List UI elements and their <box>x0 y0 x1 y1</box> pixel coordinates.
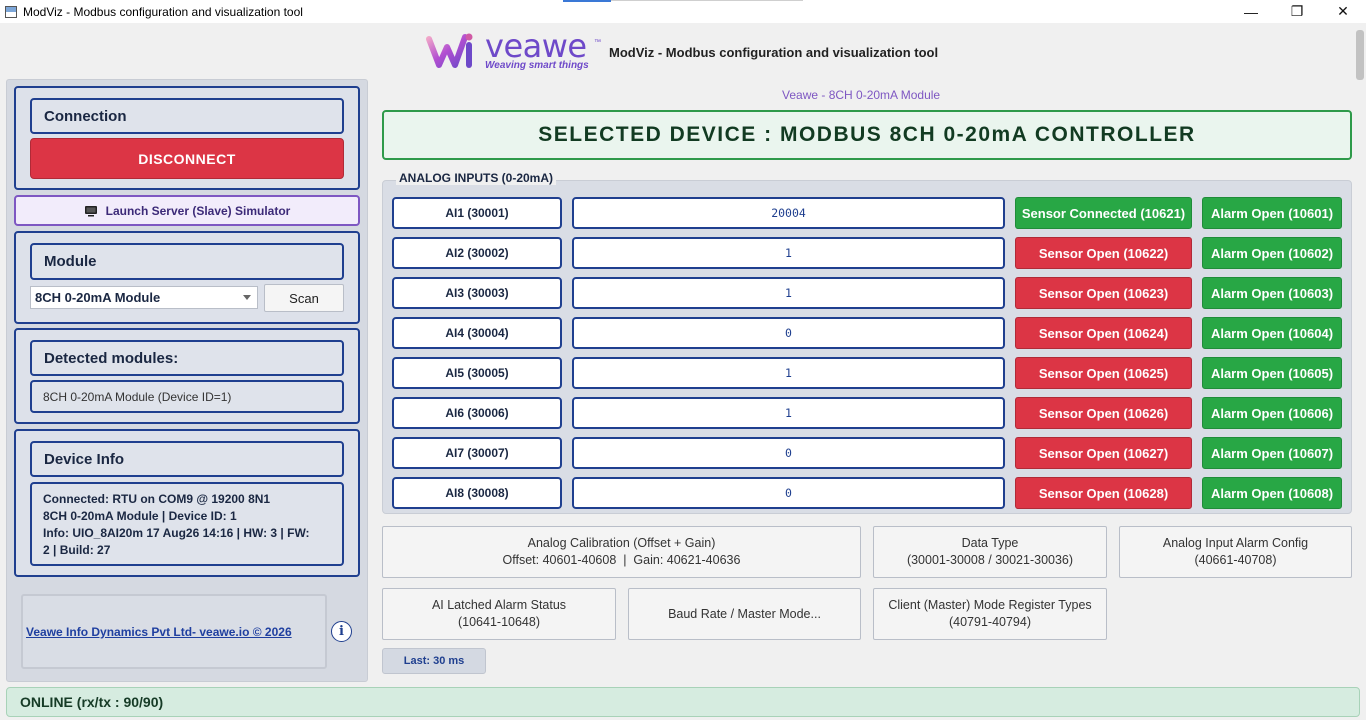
sensor-status-badge: Sensor Connected (10621) <box>1015 197 1192 229</box>
ai-value-field[interactable]: 0 <box>572 477 1005 509</box>
ai-value-field[interactable]: 20004 <box>572 197 1005 229</box>
minimize-icon[interactable]: — <box>1228 0 1274 23</box>
titlebar-tab-indicator <box>563 0 611 2</box>
data-type-button[interactable]: Data Type (30001-30008 / 30021-30036) <box>873 526 1107 578</box>
status-text: ONLINE (rx/tx : 90/90) <box>20 694 164 710</box>
ai-value-field[interactable]: 1 <box>572 397 1005 429</box>
alarm-status-badge: Alarm Open (10605) <box>1202 357 1342 389</box>
latched-alarm-title: AI Latched Alarm Status <box>431 598 567 612</box>
connection-label: Connection <box>30 98 344 134</box>
ai-label: AI8 (30008) <box>392 477 562 509</box>
module-label: Module <box>30 243 344 280</box>
alarm-status-badge: Alarm Open (10606) <box>1202 397 1342 429</box>
monitor-icon <box>84 205 97 216</box>
sensor-status-badge: Sensor Open (10622) <box>1015 237 1192 269</box>
scan-button[interactable]: Scan <box>264 284 344 312</box>
ai-value-field[interactable]: 0 <box>572 437 1005 469</box>
sensor-status-badge: Sensor Open (10628) <box>1015 477 1192 509</box>
sensor-status-badge: Sensor Open (10626) <box>1015 397 1192 429</box>
ai-label: AI4 (30004) <box>392 317 562 349</box>
analog-calibration-registers: Offset: 40601-40608 | Gain: 40621-40636 <box>502 553 741 567</box>
last-response-badge: Last: 30 ms <box>382 648 486 674</box>
alarm-config-button[interactable]: Analog Input Alarm Config (40661-40708) <box>1119 526 1352 578</box>
ai-value-field[interactable]: 0 <box>572 317 1005 349</box>
alarm-status-badge: Alarm Open (10607) <box>1202 437 1342 469</box>
window-controls: — ❐ ✕ <box>1228 0 1366 23</box>
device-info-firmware: Info: UIO_8AI20m 17 Aug26 14:16 | HW: 3 … <box>43 526 310 540</box>
window-title: ModViz - Modbus configuration and visual… <box>23 4 303 19</box>
alarm-status-badge: Alarm Open (10601) <box>1202 197 1342 229</box>
selected-device-banner: SELECTED DEVICE : MODBUS 8CH 0-20mA CONT… <box>382 110 1352 160</box>
client-mode-button[interactable]: Client (Master) Mode Register Types (407… <box>873 588 1107 640</box>
chevron-down-icon <box>243 295 251 300</box>
ai-label: AI7 (30007) <box>392 437 562 469</box>
data-type-registers: (30001-30008 / 30021-30036) <box>906 553 1074 567</box>
device-info-module: 8CH 0-20mA Module | Device ID: 1 <box>43 509 237 523</box>
company-link[interactable]: Veawe Info Dynamics Pvt Ltd- veawe.io © … <box>26 625 292 639</box>
analog-inputs-legend: ANALOG INPUTS (0-20mA) <box>396 171 557 185</box>
device-info-text: Connected: RTU on COM9 @ 19200 8N1 8CH 0… <box>30 482 344 566</box>
window-titlebar: ModViz - Modbus configuration and visual… <box>0 0 1366 23</box>
analog-calibration-title: Analog Calibration (Offset + Gain) <box>527 536 716 550</box>
module-caption: Veawe - 8CH 0-20mA Module <box>782 88 941 102</box>
alarm-status-badge: Alarm Open (10603) <box>1202 277 1342 309</box>
ai-label: AI3 (30003) <box>392 277 562 309</box>
sensor-status-badge: Sensor Open (10623) <box>1015 277 1192 309</box>
ai-value-field[interactable]: 1 <box>572 237 1005 269</box>
ai-value-field[interactable]: 1 <box>572 277 1005 309</box>
client-mode-registers: (40791-40794) <box>948 615 1031 629</box>
ai-label: AI2 (30002) <box>392 237 562 269</box>
app-title: ModViz - Modbus configuration and visual… <box>609 45 939 60</box>
detected-module-item[interactable]: 8CH 0-20mA Module (Device ID=1) <box>30 380 344 413</box>
sensor-status-badge: Sensor Open (10624) <box>1015 317 1192 349</box>
device-info-build: 2 | Build: 27 <box>43 543 111 557</box>
detected-modules-label: Detected modules: <box>30 340 344 376</box>
baud-rate-button[interactable]: Baud Rate / Master Mode... <box>628 588 861 640</box>
baud-rate-label: Baud Rate / Master Mode... <box>668 606 821 621</box>
sensor-status-badge: Sensor Open (10627) <box>1015 437 1192 469</box>
device-info-label: Device Info <box>30 441 344 477</box>
veawe-logo-mark-icon <box>426 33 473 68</box>
ai-label: AI6 (30006) <box>392 397 562 429</box>
header-scrollbar[interactable] <box>1356 30 1364 80</box>
latched-alarm-button[interactable]: AI Latched Alarm Status (10641-10648) <box>382 588 616 640</box>
disconnect-button[interactable]: DISCONNECT <box>30 138 344 179</box>
analog-calibration-button[interactable]: Analog Calibration (Offset + Gain) Offse… <box>382 526 861 578</box>
alarm-config-registers: (40661-40708) <box>1194 553 1277 567</box>
brand-tagline: Weaving smart things <box>485 60 589 71</box>
veawe-logo: veawe ™ Weaving smart things <box>425 27 601 71</box>
device-info-connection: Connected: RTU on COM9 @ 19200 8N1 <box>43 492 271 506</box>
module-select[interactable]: 8CH 0-20mA Module <box>30 286 258 309</box>
app-icon <box>5 5 17 18</box>
data-type-title: Data Type <box>961 536 1019 550</box>
trademark-mark: ™ <box>594 39 601 46</box>
client-mode-title: Client (Master) Mode Register Types <box>888 598 1092 612</box>
sensor-status-badge: Sensor Open (10625) <box>1015 357 1192 389</box>
ai-value-field[interactable]: 1 <box>572 357 1005 389</box>
launch-simulator-button[interactable]: Launch Server (Slave) Simulator <box>14 195 360 226</box>
alarm-status-badge: Alarm Open (10602) <box>1202 237 1342 269</box>
alarm-status-badge: Alarm Open (10608) <box>1202 477 1342 509</box>
close-icon[interactable]: ✕ <box>1320 0 1366 23</box>
module-select-value: 8CH 0-20mA Module <box>35 290 161 305</box>
ai-label: AI5 (30005) <box>392 357 562 389</box>
info-icon[interactable]: i <box>331 621 352 642</box>
latched-alarm-registers: (10641-10648) <box>457 615 540 629</box>
restore-icon[interactable]: ❐ <box>1274 0 1320 23</box>
alarm-config-title: Analog Input Alarm Config <box>1162 536 1309 550</box>
ai-label: AI1 (30001) <box>392 197 562 229</box>
titlebar-tab-line <box>611 0 803 1</box>
status-bar: ONLINE (rx/tx : 90/90) <box>6 687 1360 717</box>
app-header: veawe ™ Weaving smart things ModViz - Mo… <box>0 23 1366 75</box>
launch-simulator-label: Launch Server (Slave) Simulator <box>105 203 291 218</box>
alarm-status-badge: Alarm Open (10604) <box>1202 317 1342 349</box>
